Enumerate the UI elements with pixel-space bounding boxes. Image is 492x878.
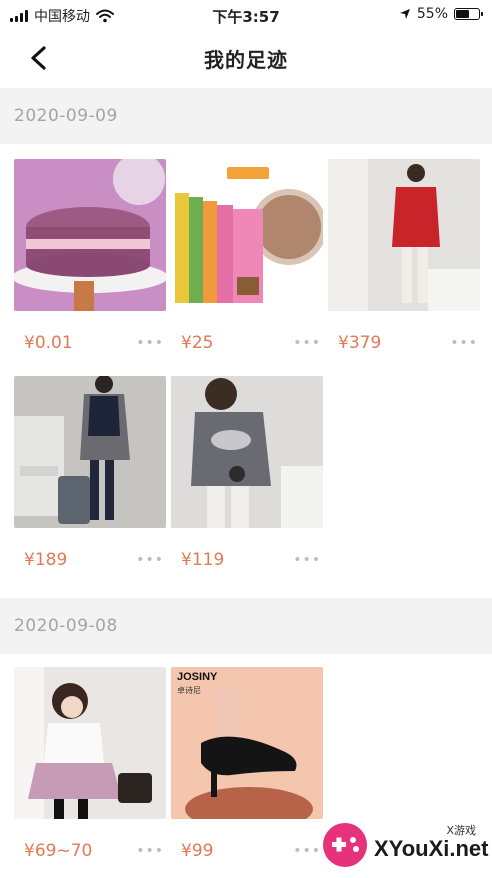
date-header: 2020-09-09 — [0, 88, 492, 144]
product-price: ¥69~70 — [24, 841, 93, 861]
battery-icon — [454, 8, 483, 20]
page-title: 我的足迹 — [204, 48, 288, 72]
more-options-icon[interactable]: ••• — [450, 335, 478, 351]
gamepad-logo-icon — [323, 823, 367, 867]
product-image[interactable] — [171, 159, 323, 311]
product-image[interactable] — [14, 376, 166, 528]
product-price: ¥99 — [181, 841, 214, 861]
watermark-text: XYouXi.net — [374, 836, 489, 861]
product-price: ¥379 — [338, 333, 382, 353]
more-options-icon[interactable]: ••• — [293, 843, 321, 859]
brand-logo: JOSINY — [177, 671, 218, 683]
location-arrow-icon — [399, 9, 410, 19]
product-price: ¥189 — [24, 550, 68, 570]
more-options-icon[interactable]: ••• — [293, 335, 321, 351]
brand-sub-label: 卓诗尼 — [177, 686, 201, 695]
more-options-icon[interactable]: ••• — [136, 335, 164, 351]
date-header: 2020-09-08 — [0, 598, 492, 654]
status-right: 55% — [399, 6, 483, 22]
more-options-icon[interactable]: ••• — [136, 552, 164, 568]
product-price: ¥0.01 — [24, 333, 73, 353]
status-bar: 中国移动 下午3:57 55% — [0, 0, 492, 30]
more-options-icon[interactable]: ••• — [136, 843, 164, 859]
product-image[interactable] — [171, 376, 323, 528]
product-image[interactable] — [14, 667, 166, 819]
product-price: ¥119 — [181, 550, 225, 570]
product-price: ¥25 — [181, 333, 214, 353]
battery-percent: 55% — [416, 6, 448, 22]
site-watermark: X游戏 XYouXi.net — [318, 818, 489, 874]
more-options-icon[interactable]: ••• — [293, 552, 321, 568]
product-image[interactable] — [328, 159, 480, 311]
product-image[interactable] — [14, 159, 166, 311]
nav-bar: 我的足迹 — [0, 30, 492, 84]
